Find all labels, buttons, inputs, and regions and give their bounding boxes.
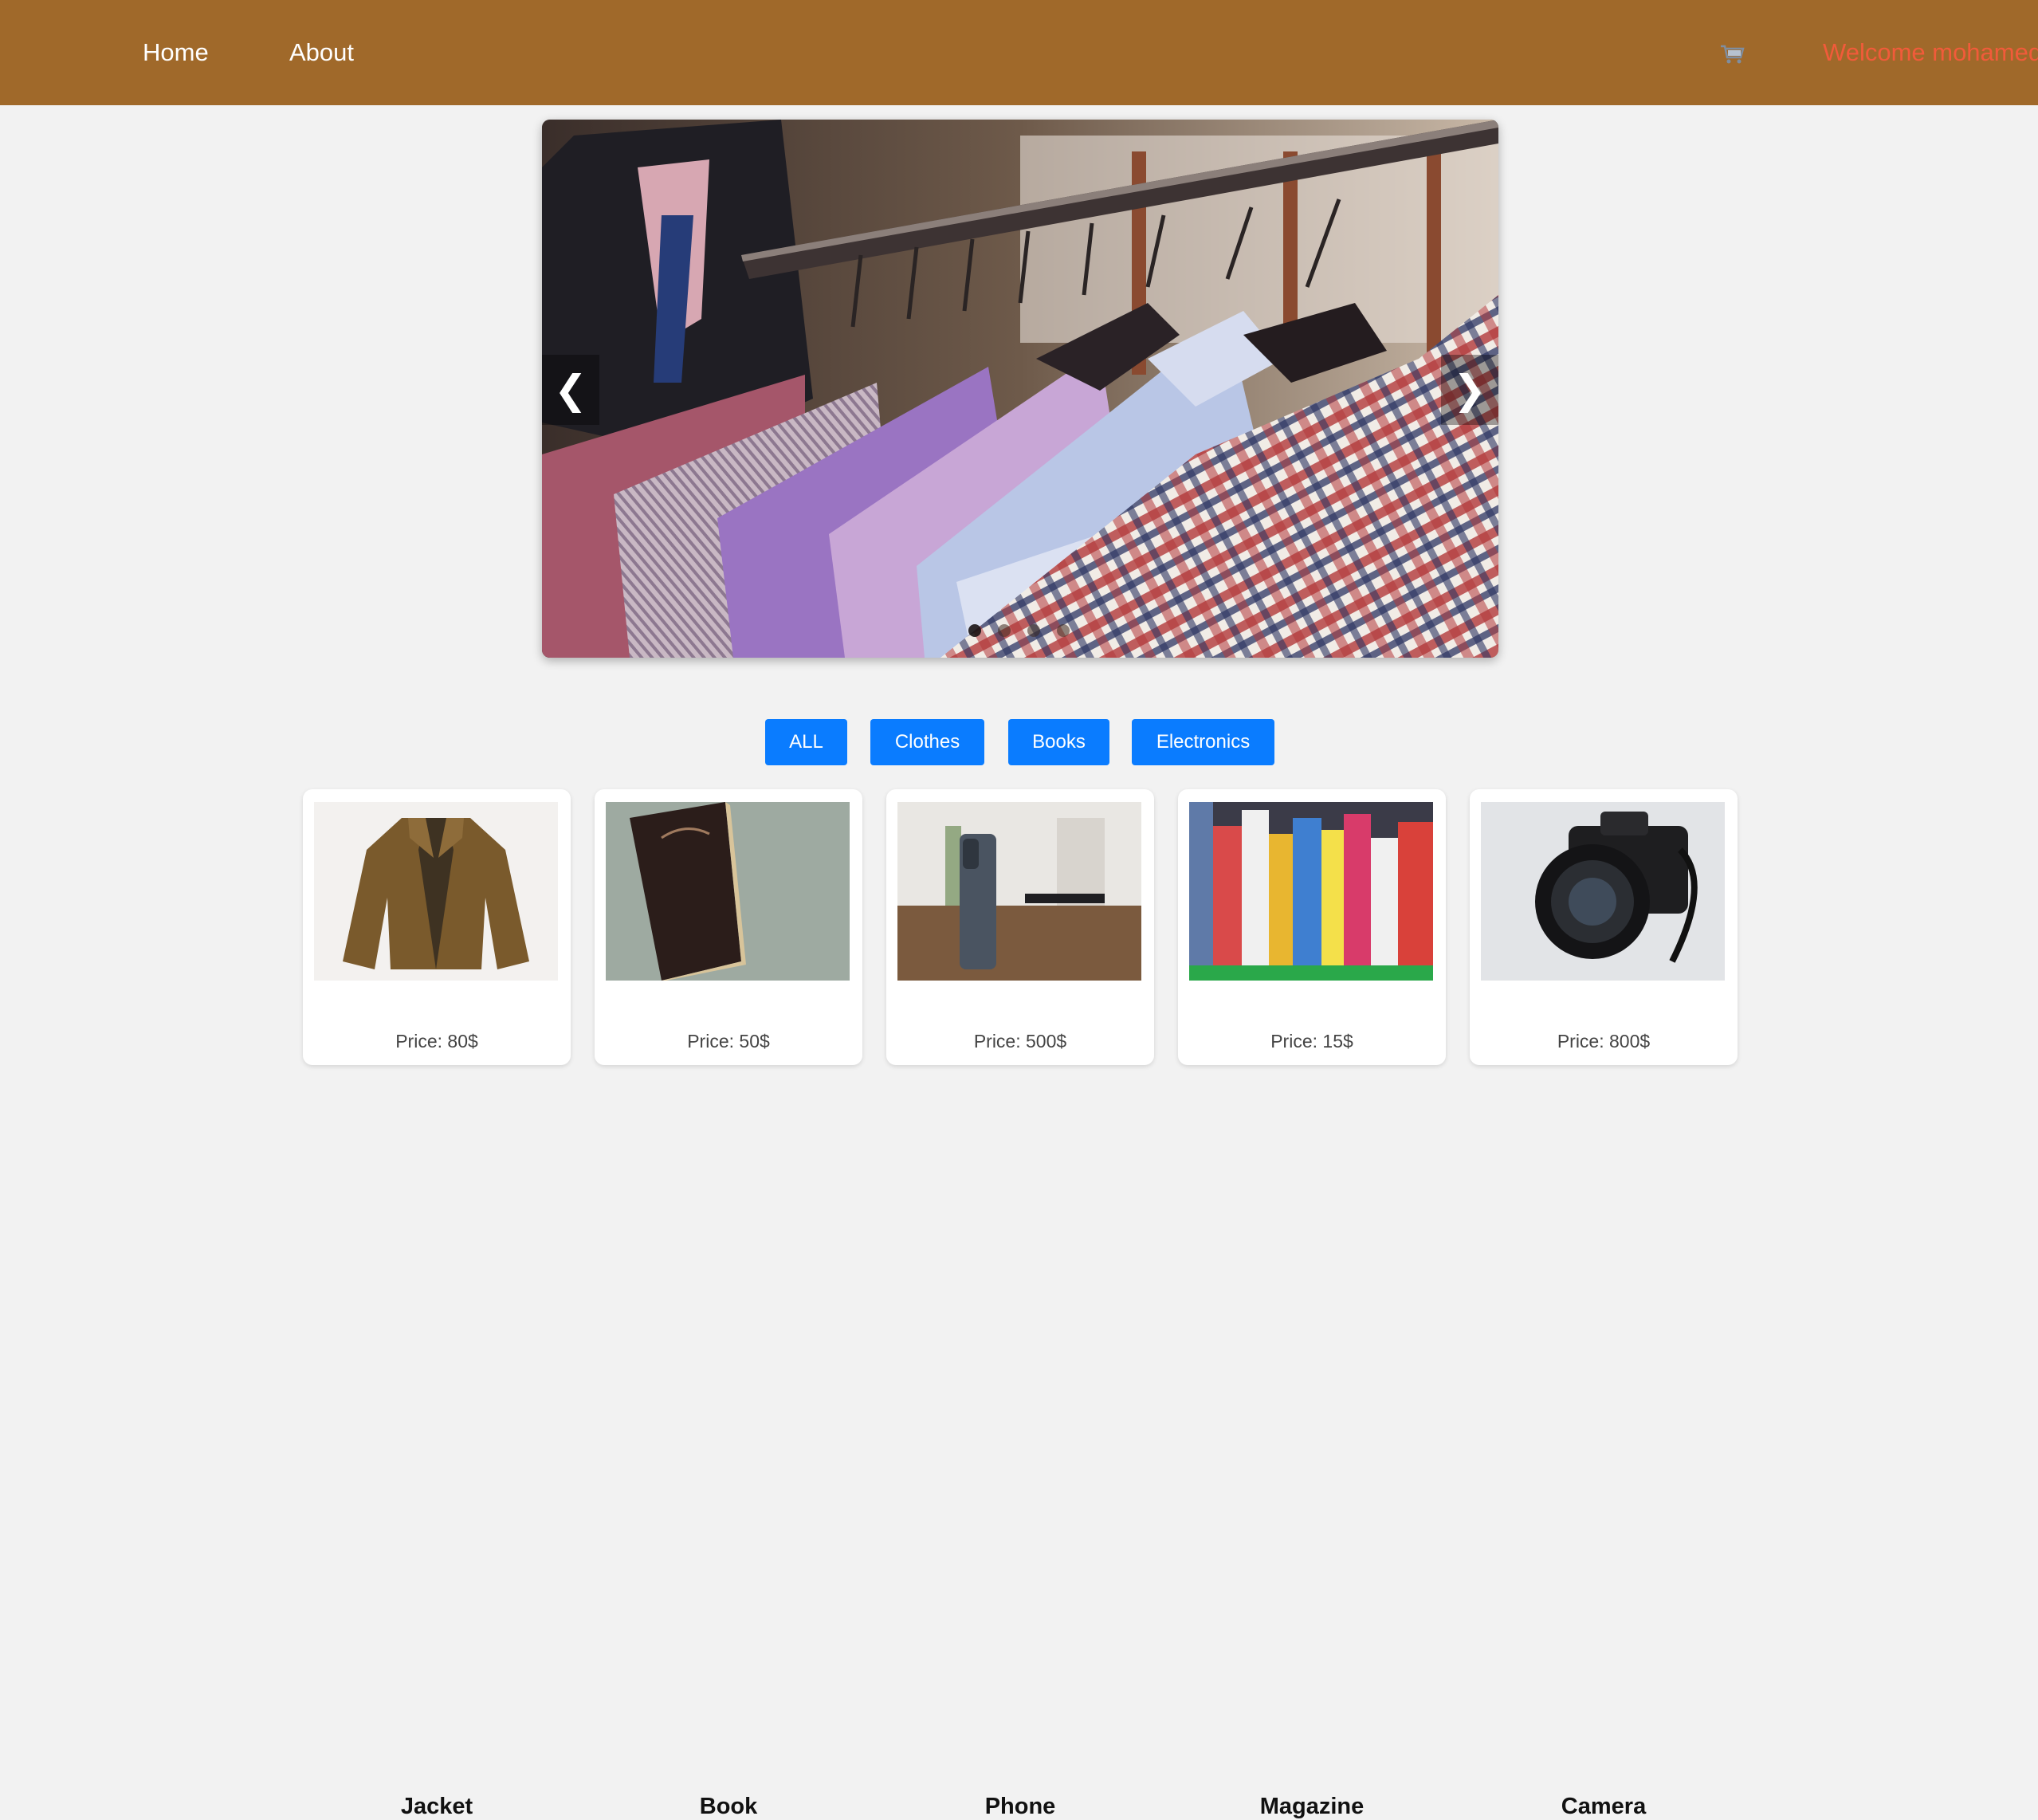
product-name: Camera bbox=[1561, 1794, 1647, 1819]
product-card[interactable]: Camera Price: 800$ bbox=[1470, 789, 1738, 1819]
product-image-magazine bbox=[1189, 802, 1433, 981]
top-navbar: Home About Welcome mohamed bbox=[0, 0, 2038, 105]
welcome-message: Welcome mohamed bbox=[1823, 38, 2038, 66]
carousel-slide-image bbox=[542, 120, 1498, 658]
product-card[interactable]: Book Price: 50$ bbox=[595, 789, 862, 1819]
filter-all-button[interactable]: ALL bbox=[765, 719, 847, 765]
carousel-dot[interactable] bbox=[968, 624, 981, 637]
product-image-camera bbox=[1481, 802, 1725, 981]
product-card[interactable]: Magazine Price: 15$ bbox=[1178, 789, 1446, 1819]
filter-clothes-button[interactable]: Clothes bbox=[870, 719, 984, 765]
product-name: Phone bbox=[984, 1794, 1056, 1819]
product-image-book bbox=[606, 802, 850, 981]
product-card[interactable]: Phone Price: 500$ bbox=[886, 789, 1154, 1819]
cart-icon[interactable] bbox=[1720, 44, 1745, 65]
product-card[interactable]: Jacket Price: 80$ bbox=[303, 789, 571, 1819]
filter-books-button[interactable]: Books bbox=[1008, 719, 1109, 765]
product-image-jacket bbox=[314, 802, 558, 981]
chevron-left-icon: ❮ bbox=[554, 367, 587, 413]
product-price: Price: 50$ bbox=[687, 1031, 770, 1052]
filter-electronics-button[interactable]: Electronics bbox=[1132, 719, 1274, 765]
chevron-right-icon: ❯ bbox=[1453, 367, 1486, 413]
product-image-phone bbox=[897, 802, 1141, 981]
carousel-prev-button[interactable]: ❮ bbox=[542, 355, 599, 425]
carousel-dot[interactable] bbox=[1057, 624, 1070, 637]
carousel-dot[interactable] bbox=[998, 624, 1011, 637]
carousel-next-button[interactable]: ❯ bbox=[1441, 355, 1498, 425]
product-price: Price: 500$ bbox=[973, 1031, 1067, 1052]
product-price: Price: 15$ bbox=[1270, 1031, 1353, 1052]
carousel-dot[interactable] bbox=[1027, 624, 1040, 637]
hero-carousel: ❮ ❯ bbox=[542, 120, 1498, 658]
nav-home-link[interactable]: Home bbox=[143, 38, 209, 67]
product-price: Price: 800$ bbox=[1557, 1031, 1651, 1052]
product-name: Magazine bbox=[1259, 1794, 1365, 1819]
category-filters: ALL Clothes Books Electronics bbox=[0, 719, 2038, 765]
carousel-indicators bbox=[968, 624, 1070, 637]
product-price: Price: 80$ bbox=[395, 1031, 478, 1052]
nav-about-link[interactable]: About bbox=[289, 38, 354, 67]
product-name: Jacket bbox=[400, 1794, 473, 1819]
product-name: Book bbox=[699, 1794, 758, 1819]
